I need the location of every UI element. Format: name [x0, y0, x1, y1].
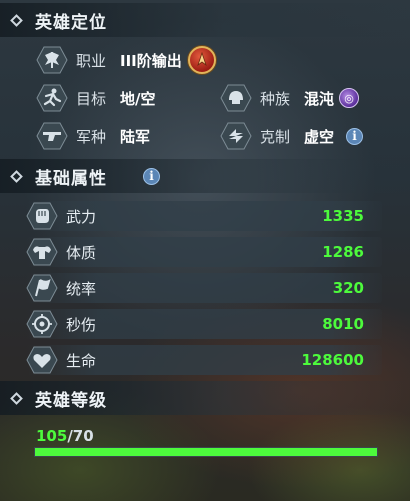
diamond-icon — [10, 13, 23, 27]
stat-row-life: 生命 128600 — [26, 345, 382, 375]
diamond-icon — [10, 391, 23, 405]
counter-value: 虚空 — [304, 127, 335, 146]
stat-row-power: 武力 1335 — [26, 201, 382, 231]
stat-label: 体质 — [66, 243, 97, 262]
diamond-icon — [10, 169, 23, 183]
stat-row-command: 统率 320 — [26, 273, 382, 303]
level-progress-fill — [35, 448, 377, 456]
target-value: 地/空 — [120, 89, 156, 108]
level-progress-bar — [34, 447, 378, 457]
chaos-race-icon[interactable]: ◎ — [339, 88, 360, 108]
race-label: 种族 — [260, 89, 291, 108]
target-label: 目标 — [76, 89, 107, 108]
job-row: 职业 III阶输出 — [36, 45, 216, 75]
banner-icon — [26, 274, 58, 302]
muscle-icon — [26, 238, 58, 266]
stat-label: 生命 — [66, 351, 97, 370]
stat-label: 秒伤 — [66, 315, 97, 334]
arm-value: 陆军 — [120, 127, 151, 146]
arm-row: 军种 陆军 — [36, 121, 150, 151]
counter-arrows-icon — [220, 122, 252, 150]
section-title: 英雄等级 — [35, 390, 107, 411]
level-max: /70 — [67, 427, 94, 445]
target-icon — [26, 310, 58, 338]
counter-info-icon[interactable]: i — [346, 127, 364, 145]
counter-label: 克制 — [260, 127, 291, 146]
stat-row-constitution: 体质 1286 — [26, 237, 382, 267]
axe-icon — [36, 46, 68, 74]
hero-level-header: 英雄等级 — [0, 381, 410, 415]
arm-label: 军种 — [76, 127, 107, 146]
level-text: 105/70 — [36, 427, 94, 445]
hero-positioning-header: 英雄定位 — [0, 3, 410, 37]
stat-value: 320 — [332, 279, 364, 297]
race-row: 种族 混沌 ◎ — [220, 83, 360, 113]
stat-value: 1286 — [322, 243, 364, 261]
stat-value: 1335 — [322, 207, 364, 225]
stat-value: 8010 — [322, 315, 364, 333]
rank-badge-icon[interactable] — [187, 46, 216, 74]
stat-label: 统率 — [66, 279, 97, 298]
heart-icon — [26, 346, 58, 374]
target-row: 目标 地/空 — [36, 83, 156, 113]
job-value: III阶输出 — [120, 51, 182, 70]
stat-value: 128600 — [301, 351, 364, 369]
fist-icon — [26, 202, 58, 230]
stat-label: 武力 — [66, 207, 97, 226]
level-current: 105 — [36, 427, 68, 445]
stat-row-dps: 秒伤 8010 — [26, 309, 382, 339]
attributes-info-icon[interactable]: i — [143, 167, 160, 185]
base-attributes-header: 基础属性 i — [0, 159, 410, 193]
runner-icon — [36, 84, 68, 112]
cannon-icon — [36, 122, 68, 150]
race-value: 混沌 — [304, 89, 335, 108]
helmet-icon — [220, 84, 252, 112]
job-label: 职业 — [76, 51, 107, 70]
counter-row: 克制 虚空 i — [220, 121, 364, 151]
section-title: 基础属性 — [35, 168, 107, 189]
section-title: 英雄定位 — [35, 12, 107, 33]
